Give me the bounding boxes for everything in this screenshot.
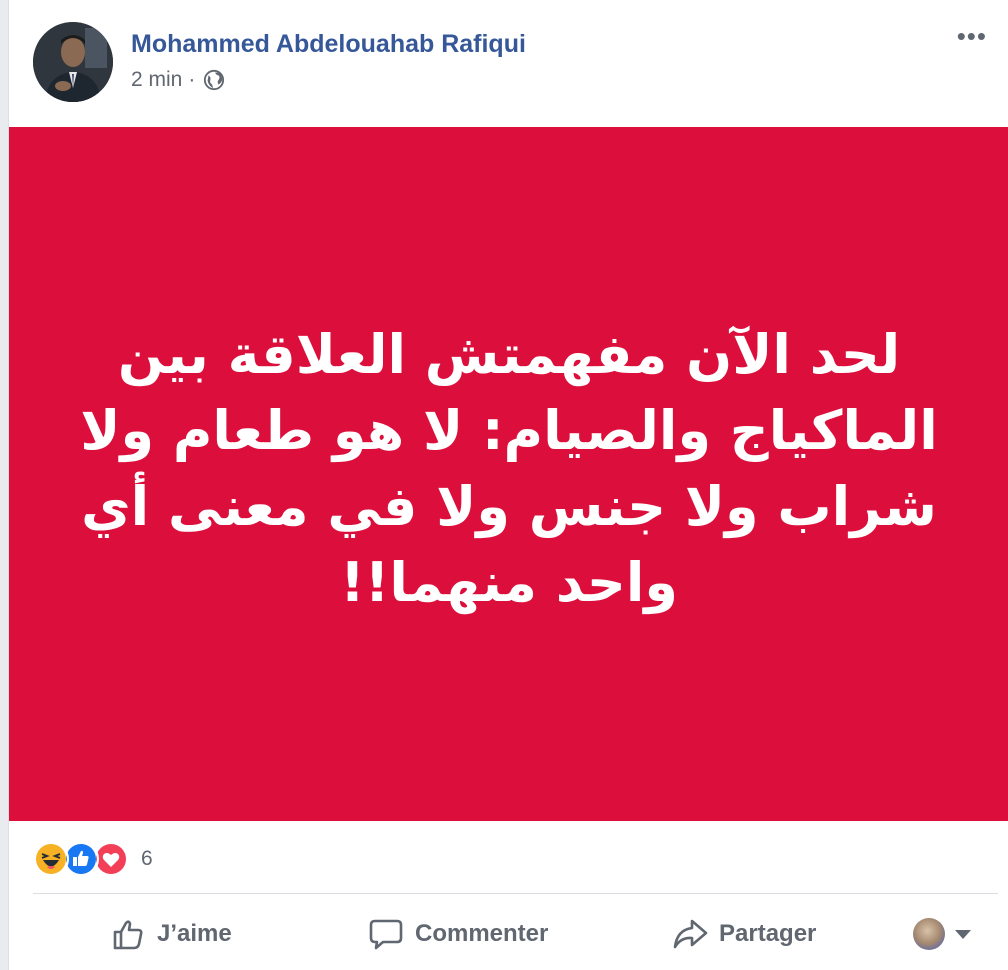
comment-button[interactable]: Commenter — [367, 912, 548, 956]
post-card: Mohammed Abdelouahab Rafiqui 2 min · •••… — [8, 0, 1008, 970]
comment-icon — [369, 919, 403, 950]
share-arrow-icon — [673, 919, 708, 949]
more-options-button[interactable]: ••• — [957, 23, 987, 49]
comment-button-label: Commenter — [415, 920, 549, 947]
like-button[interactable]: J’aime — [109, 912, 232, 956]
share-button-label: Partager — [719, 920, 817, 947]
actions-divider — [33, 893, 998, 894]
reaction-count: 6 — [141, 847, 153, 870]
page-selector-dropdown[interactable] — [913, 918, 971, 950]
post-actions-bar: J’aime Commenter Partager — [9, 904, 1008, 964]
meta-separator: · — [188, 68, 196, 91]
post-text-image[interactable]: لحد الآن مفهمتش العلاقة بين الماكياج وال… — [9, 127, 1008, 821]
chevron-down-icon — [955, 929, 971, 939]
post-header: Mohammed Abdelouahab Rafiqui 2 min · ••• — [9, 0, 1008, 126]
author-avatar[interactable] — [33, 22, 113, 102]
author-name-link[interactable]: Mohammed Abdelouahab Rafiqui — [131, 30, 526, 59]
haha-icon — [33, 841, 69, 877]
post-image-text: لحد الآن مفهمتش العلاقة بين الماكياج وال… — [80, 323, 938, 614]
reactions-summary[interactable]: 6 — [33, 841, 153, 877]
share-button[interactable]: Partager — [671, 912, 816, 956]
thumbs-up-icon — [113, 920, 143, 950]
globe-icon[interactable] — [203, 69, 225, 91]
like-button-label: J’aime — [157, 920, 232, 947]
post-timestamp[interactable]: 2 min — [131, 68, 182, 92]
mini-avatar — [913, 918, 945, 950]
post-meta: 2 min · — [131, 68, 225, 92]
author-photo — [33, 22, 113, 102]
